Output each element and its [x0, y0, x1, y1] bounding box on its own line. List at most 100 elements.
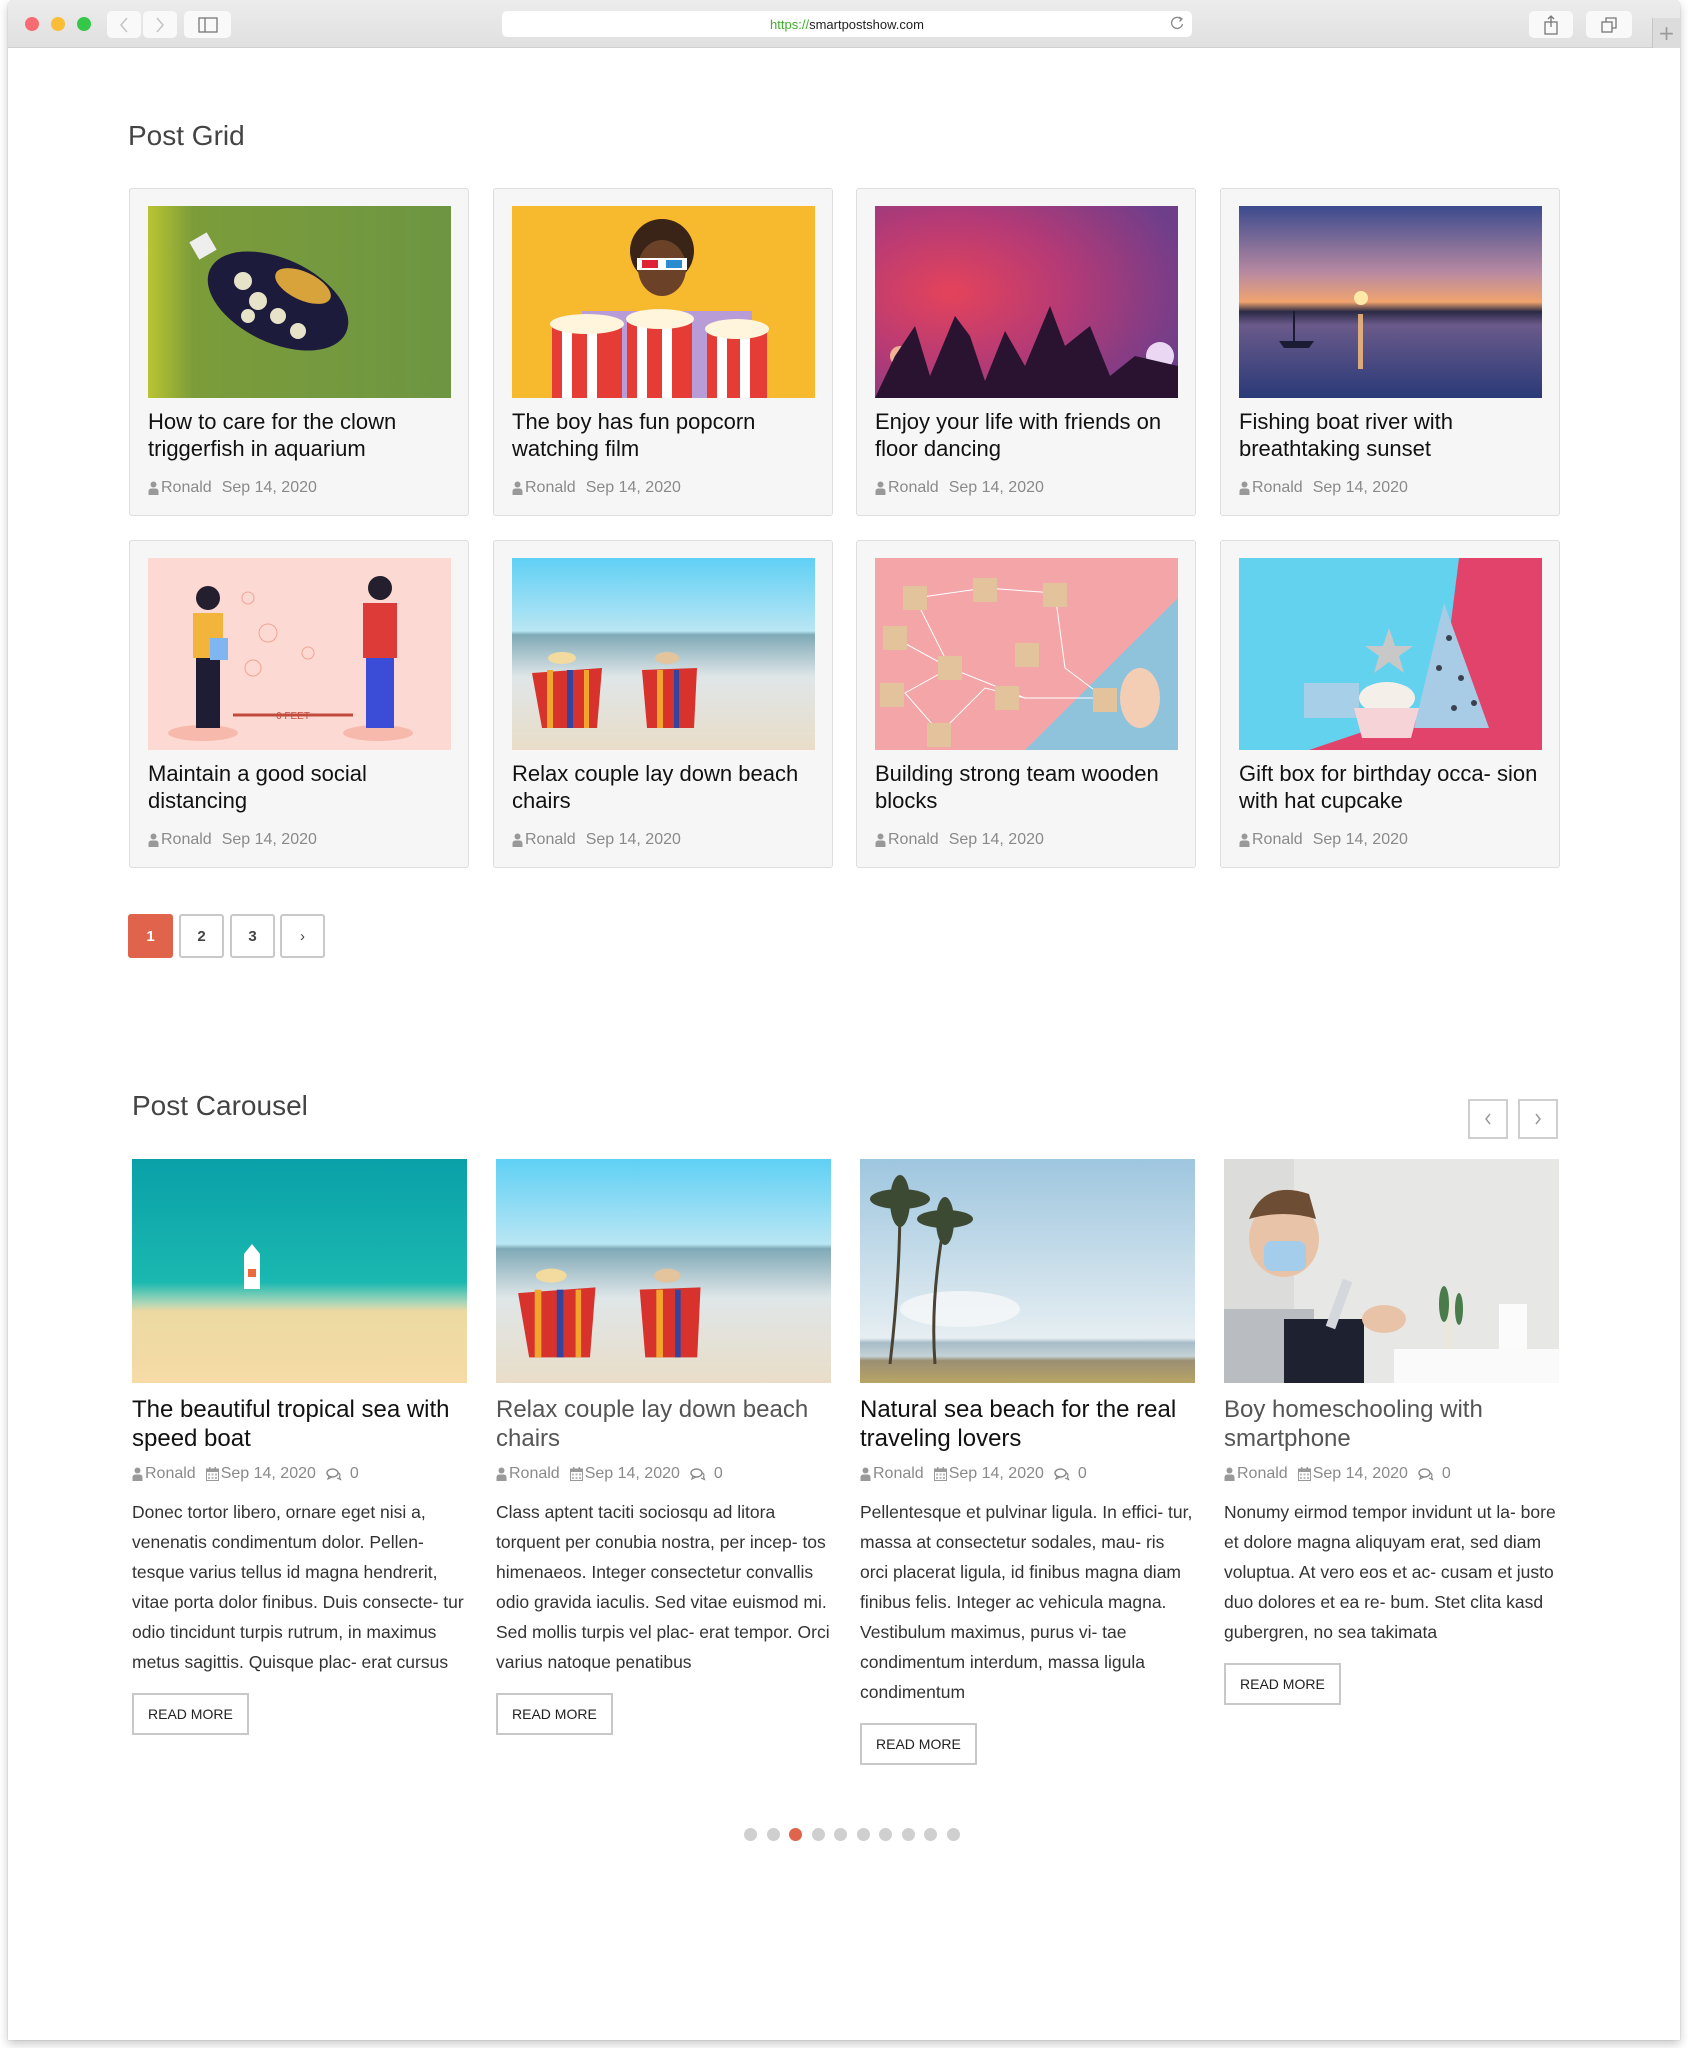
user-icon [1224, 1467, 1235, 1481]
post-title-link[interactable]: How to care for the clown triggerfish in… [148, 408, 458, 462]
carousel-dot[interactable] [834, 1828, 847, 1841]
post-meta: Ronald Sep 14, 2020 [875, 831, 1044, 849]
browser-toolbar: https://smartpostshow.com + [8, 0, 1680, 48]
post-excerpt: Pellentesque et pulvinar ligula. In effi… [860, 1502, 1193, 1702]
calendar-icon [205, 1467, 219, 1481]
carousel-dot[interactable] [811, 1828, 825, 1841]
post-title-link[interactable]: Building strong team wooden blocks [875, 760, 1185, 814]
post-date: Sep 14, 2020 [1312, 479, 1408, 496]
read-more-button[interactable]: READ MORE [1224, 1663, 1341, 1705]
post-title-link[interactable]: Fishing boat river with breathtaking sun… [1239, 408, 1549, 462]
post-grid-card[interactable]: How to care for the clown triggerfish in… [129, 188, 469, 516]
post-grid-card[interactable]: Gift box for birthday occa- sion with ha… [1220, 540, 1560, 868]
page-3-button[interactable]: 3 [230, 914, 275, 958]
tabs-overview-button[interactable] [1586, 11, 1632, 38]
post-author: Ronald [161, 479, 212, 496]
close-window-button[interactable] [25, 17, 39, 31]
post-title-link[interactable]: The beautiful tropical sea with speed bo… [132, 1395, 467, 1453]
carousel-dot[interactable] [789, 1828, 802, 1841]
beach-chairs-photo[interactable] [512, 558, 815, 750]
post-author: Ronald [161, 831, 212, 848]
post-title-link[interactable]: Boy homeschooling with smartphone [1224, 1395, 1559, 1453]
carousel-dot[interactable] [856, 1828, 870, 1841]
post-carousel-title: Post Carousel [132, 1090, 308, 1121]
post-author: Ronald [888, 479, 939, 496]
post-date: Sep 14, 2020 [585, 831, 681, 848]
post-title-link[interactable]: Relax couple lay down beach chairs [512, 760, 822, 814]
tabs-icon [1601, 16, 1617, 33]
user-icon [148, 833, 159, 847]
post-date: Sep 14, 2020 [584, 1465, 680, 1482]
post-title-link[interactable]: Natural sea beach for the real traveling… [860, 1395, 1195, 1453]
post-title-link[interactable]: The boy has fun popcorn watching film [512, 408, 822, 462]
post-title-link[interactable]: Enjoy your life with friends on floor da… [875, 408, 1185, 462]
user-icon [512, 481, 523, 495]
popcorn-3d-glasses-photo[interactable] [512, 206, 815, 398]
tropical-sea-boat-photo[interactable] [132, 1159, 467, 1383]
post-grid-card[interactable]: Relax couple lay down beach chairs Ronal… [493, 540, 833, 868]
share-button[interactable] [1529, 11, 1573, 38]
boy-mask-smartphone-photo[interactable] [1224, 1159, 1559, 1383]
post-excerpt: Nonumy eirmod tempor invidunt ut la- bor… [1224, 1502, 1556, 1642]
birthday-cupcake-photo[interactable] [1239, 558, 1542, 750]
read-more-button[interactable]: READ MORE [860, 1723, 977, 1765]
post-grid-card[interactable]: The boy has fun popcorn watching film Ro… [493, 188, 833, 516]
reload-icon[interactable] [1170, 15, 1184, 31]
zoom-window-button[interactable] [77, 17, 91, 31]
comment-count: 0 [713, 1465, 723, 1482]
clown-triggerfish-photo[interactable] [148, 206, 451, 398]
post-author: Ronald [525, 831, 576, 848]
user-icon [496, 1467, 507, 1481]
comment-count: 0 [349, 1465, 359, 1482]
post-date: Sep 14, 2020 [585, 479, 681, 496]
post-meta: Ronald Sep 14, 2020 [1239, 479, 1408, 497]
post-excerpt: Class aptent taciti sociosqu ad litora t… [496, 1502, 830, 1672]
post-author: Ronald [1252, 831, 1303, 848]
read-more-button[interactable]: READ MORE [496, 1693, 613, 1735]
chevron-left-icon [120, 17, 128, 32]
user-icon [875, 481, 886, 495]
post-excerpt: Donec tortor libero, ornare eget nisi a,… [132, 1502, 464, 1672]
post-grid-card[interactable]: Enjoy your life with friends on floor da… [856, 188, 1196, 516]
post-meta: Ronald Sep 14, 2020 0 [132, 1465, 467, 1483]
carousel-dot[interactable] [744, 1828, 757, 1841]
wooden-blocks-network-photo[interactable] [875, 558, 1178, 750]
beach-chairs-photo[interactable] [496, 1159, 831, 1383]
post-author: Ronald [888, 831, 939, 848]
carousel-dot[interactable] [901, 1828, 915, 1841]
page-2-button[interactable]: 2 [179, 914, 224, 958]
back-button[interactable] [107, 11, 141, 38]
address-bar[interactable]: https://smartpostshow.com [502, 11, 1192, 37]
post-date: Sep 14, 2020 [221, 479, 317, 496]
carousel-next-button[interactable] [1518, 1099, 1558, 1139]
carousel-dot[interactable] [766, 1828, 780, 1841]
next-page-button[interactable]: › [280, 914, 325, 958]
social-distancing-illustration[interactable]: 6 FEET [148, 558, 451, 750]
post-meta: Ronald Sep 14, 2020 [512, 479, 681, 497]
new-tab-button[interactable]: + [1652, 18, 1680, 48]
read-more-button[interactable]: READ MORE [132, 1693, 249, 1735]
sunset-boat-photo[interactable] [1239, 206, 1542, 398]
carousel-post: Natural sea beach for the real traveling… [860, 1159, 1195, 1765]
post-grid-card[interactable]: Fishing boat river with breathtaking sun… [1220, 188, 1560, 516]
post-date: Sep 14, 2020 [221, 831, 317, 848]
post-title-link[interactable]: Relax couple lay down beach chairs [496, 1395, 831, 1453]
post-title-link[interactable]: Maintain a good social distancing [148, 760, 458, 814]
sidebar-toggle-button[interactable] [184, 11, 231, 38]
forward-button[interactable] [143, 11, 177, 38]
post-author: Ronald [1237, 1465, 1288, 1482]
post-grid-card[interactable]: Building strong team wooden blocks Ronal… [856, 540, 1196, 868]
post-meta: Ronald Sep 14, 2020 [875, 479, 1044, 497]
carousel-dot[interactable] [924, 1828, 937, 1841]
concert-crowd-photo[interactable] [875, 206, 1178, 398]
page-1-button[interactable]: 1 [128, 914, 173, 958]
post-grid-card[interactable]: 6 FEET Maintain a good social distancing … [129, 540, 469, 868]
post-title-link[interactable]: Gift box for birthday occa- sion with ha… [1239, 760, 1549, 814]
carousel-dot[interactable] [946, 1828, 960, 1841]
comments-icon [1418, 1467, 1434, 1481]
chevron-left-icon [1485, 1113, 1491, 1125]
minimize-window-button[interactable] [51, 17, 65, 31]
palm-beach-photo[interactable] [860, 1159, 1195, 1383]
carousel-dot[interactable] [879, 1828, 892, 1841]
carousel-prev-button[interactable] [1468, 1099, 1508, 1139]
